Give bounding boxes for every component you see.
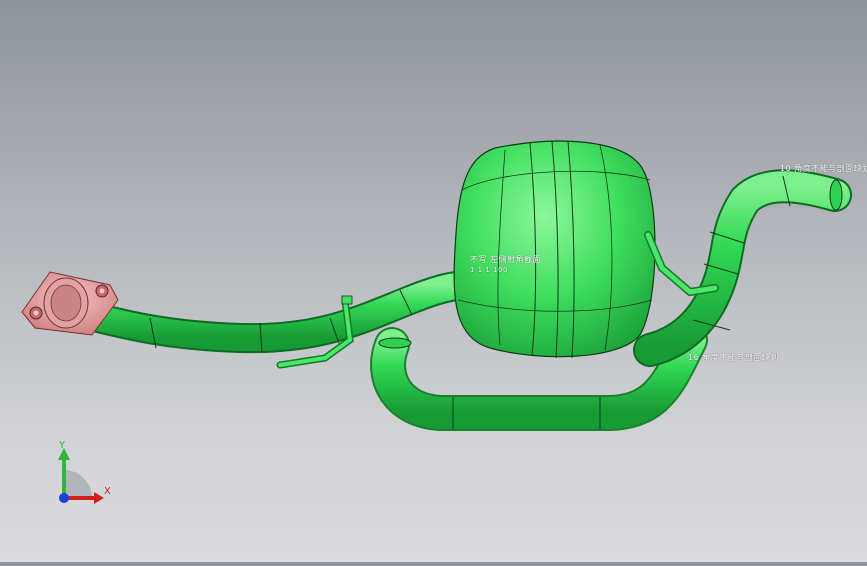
- outlet-pipe[interactable]: [633, 169, 852, 367]
- 3d-viewport[interactable]: 10 角度不能与剖面缺划 不写 左侧射角截面 1 1 1 100 16 角度不能…: [0, 0, 867, 562]
- coordinate-triad[interactable]: Y X: [48, 440, 118, 510]
- annotation-text: 16 角度不能与剖面缺划: [688, 353, 779, 362]
- muffler-body[interactable]: [453, 140, 656, 359]
- y-axis-label: Y: [59, 440, 66, 451]
- annotation-text: 10 角度不能与剖面缺划: [780, 164, 867, 173]
- annotation-text: 1 1 1 100: [470, 266, 508, 274]
- x-axis-label: X: [104, 486, 111, 497]
- exhaust-model[interactable]: [0, 0, 867, 562]
- annotation-text: 不写 左侧射角截面: [470, 255, 542, 264]
